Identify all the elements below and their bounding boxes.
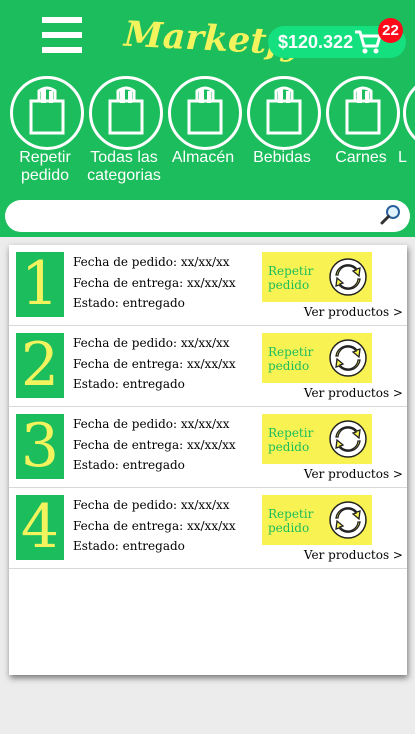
grocery-bag-icon — [187, 86, 223, 135]
category-label: Carnes — [335, 149, 387, 166]
category-circle — [10, 76, 84, 150]
category-label: L — [398, 149, 407, 166]
repeat-order-label: Repetir pedido — [268, 264, 314, 292]
repeat-order-button[interactable]: Repetir pedido — [262, 495, 372, 545]
magnifier-icon[interactable] — [380, 204, 402, 226]
repeat-order-label: Repetir pedido — [268, 426, 314, 454]
repeat-order-button[interactable]: Repetir pedido — [262, 333, 372, 383]
category-circle — [89, 76, 163, 150]
order-number: 4 — [16, 495, 64, 560]
category-circle — [403, 76, 415, 150]
refresh-icon — [329, 420, 367, 458]
refresh-icon — [329, 258, 367, 296]
delivery-date: Fecha de entrega: xx/xx/xx — [73, 276, 236, 290]
category-carousel[interactable]: Repetir pedido Todas las categorias Alma… — [0, 74, 415, 194]
order-row: 2 Fecha de pedido: xx/xx/xx Fecha de ent… — [9, 326, 407, 407]
grocery-bag-icon — [266, 86, 302, 135]
repeat-order-button[interactable]: Repetir pedido — [262, 414, 372, 464]
order-row: 4 Fecha de pedido: xx/xx/xx Fecha de ent… — [9, 488, 407, 569]
refresh-icon — [329, 501, 367, 539]
order-number: 3 — [16, 414, 64, 479]
refresh-icon — [329, 339, 367, 377]
grocery-bag-icon — [108, 86, 144, 135]
view-products-link[interactable]: Ver productos > — [304, 386, 403, 400]
order-row: 3 Fecha de pedido: xx/xx/xx Fecha de ent… — [9, 407, 407, 488]
order-row: 1 Fecha de pedido: xx/xx/xx Fecha de ent… — [9, 245, 407, 326]
grocery-bag-icon — [345, 86, 381, 135]
delivery-date: Fecha de entrega: xx/xx/xx — [73, 519, 236, 533]
order-status: Estado: entregado — [73, 377, 185, 391]
category-circle — [247, 76, 321, 150]
hamburger-menu-icon[interactable] — [42, 17, 82, 53]
search-input[interactable] — [5, 200, 410, 232]
order-date: Fecha de pedido: xx/xx/xx — [73, 336, 230, 350]
order-status: Estado: entregado — [73, 458, 185, 472]
category-circle — [326, 76, 400, 150]
delivery-date: Fecha de entrega: xx/xx/xx — [73, 438, 236, 452]
top-bar: Marketfy $120.322 22 Repetir pedido Toda… — [0, 0, 415, 237]
repeat-order-label: Repetir pedido — [268, 507, 314, 535]
repeat-order-label: Repetir pedido — [268, 345, 314, 373]
grocery-bag-icon — [29, 86, 65, 135]
repeat-order-button[interactable]: Repetir pedido — [262, 252, 372, 302]
category-circle — [168, 76, 242, 150]
order-date: Fecha de pedido: xx/xx/xx — [73, 417, 230, 431]
order-date: Fecha de pedido: xx/xx/xx — [73, 498, 230, 512]
order-date: Fecha de pedido: xx/xx/xx — [73, 255, 230, 269]
order-number: 2 — [16, 333, 64, 398]
view-products-link[interactable]: Ver productos > — [304, 467, 403, 481]
view-products-link[interactable]: Ver productos > — [304, 305, 403, 319]
order-number: 1 — [16, 252, 64, 317]
view-products-link[interactable]: Ver productos > — [304, 548, 403, 562]
order-history-panel: 1 Fecha de pedido: xx/xx/xx Fecha de ent… — [9, 245, 407, 675]
cart-total: $120.322 — [278, 32, 354, 52]
cart-count-badge: 22 — [378, 18, 403, 43]
app-logo[interactable]: Marketfy — [123, 9, 303, 68]
delivery-date: Fecha de entrega: xx/xx/xx — [73, 357, 236, 371]
order-status: Estado: entregado — [73, 539, 185, 553]
order-status: Estado: entregado — [73, 296, 185, 310]
